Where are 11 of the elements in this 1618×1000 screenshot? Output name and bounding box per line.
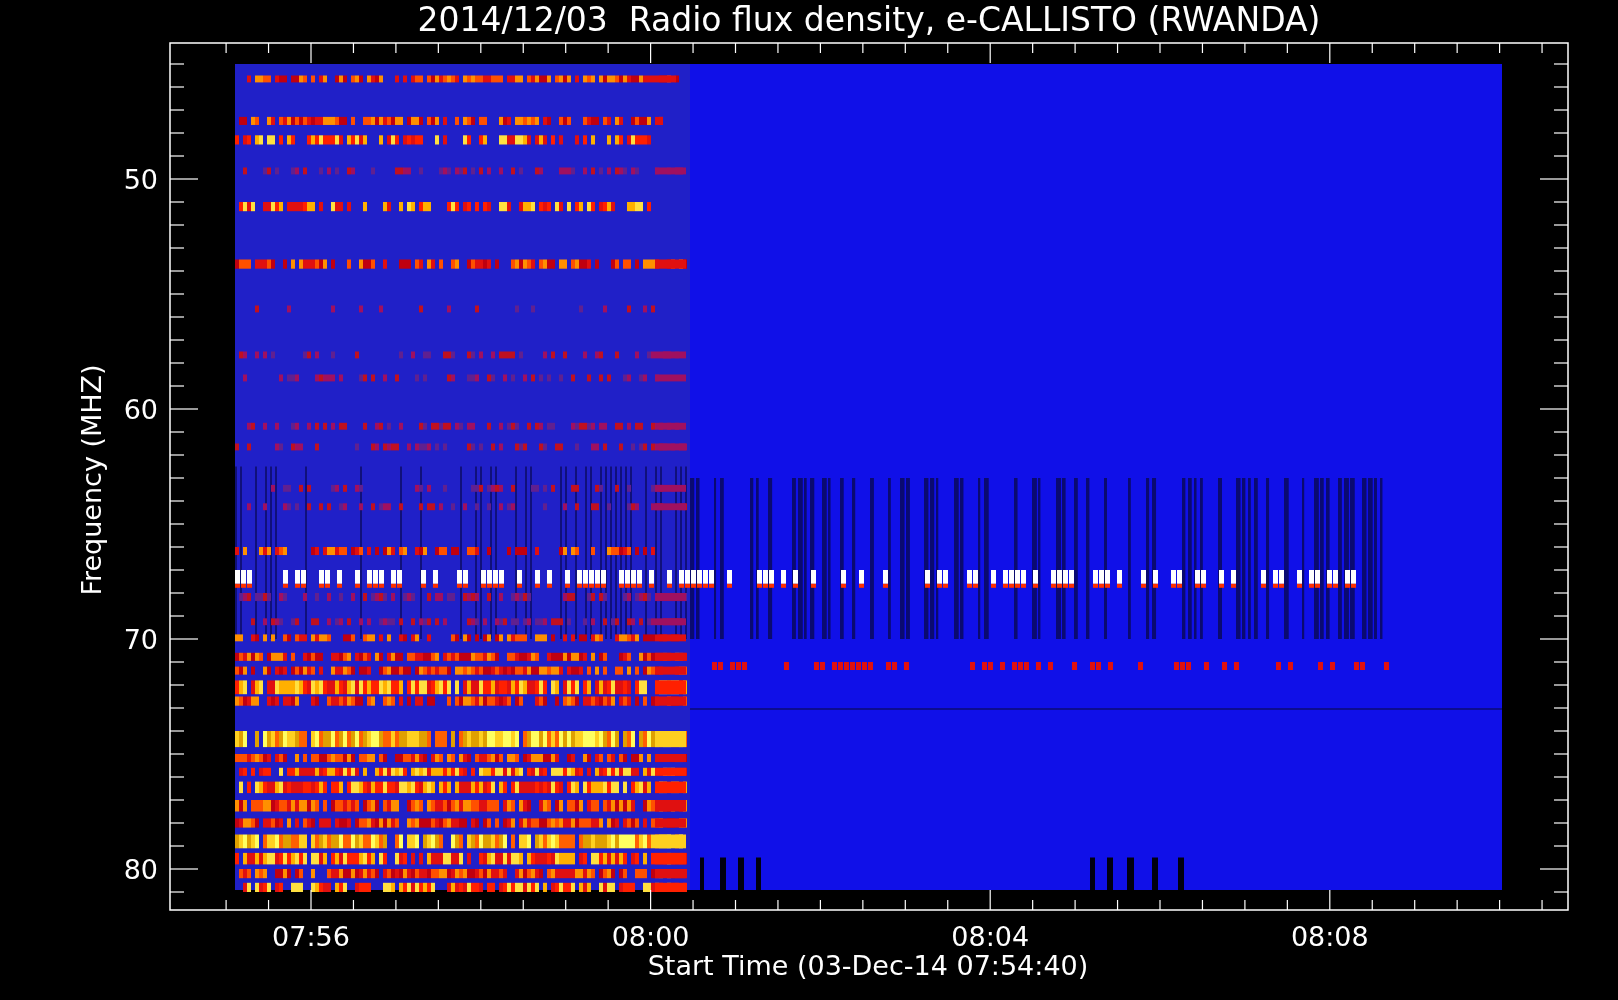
y-axis-label: Frequency (MHZ) <box>76 364 107 596</box>
x-tick-label: 08:08 <box>1290 921 1369 952</box>
chart-title: 2014/12/03 Radio flux density, e-CALLISTO (RWANDA) <box>417 0 1321 39</box>
y-tick-label: 50 <box>123 164 158 195</box>
y-tick-label: 80 <box>123 854 158 885</box>
y-tick-label: 70 <box>123 624 158 655</box>
x-tick-label: 08:00 <box>611 921 690 952</box>
y-tick-label: 60 <box>123 394 158 425</box>
x-axis-label: Start Time (03-Dec-14 07:54:40) <box>647 950 1089 981</box>
x-tick-label: 07:56 <box>272 921 350 952</box>
x-tick-label: 08:04 <box>951 921 1030 952</box>
